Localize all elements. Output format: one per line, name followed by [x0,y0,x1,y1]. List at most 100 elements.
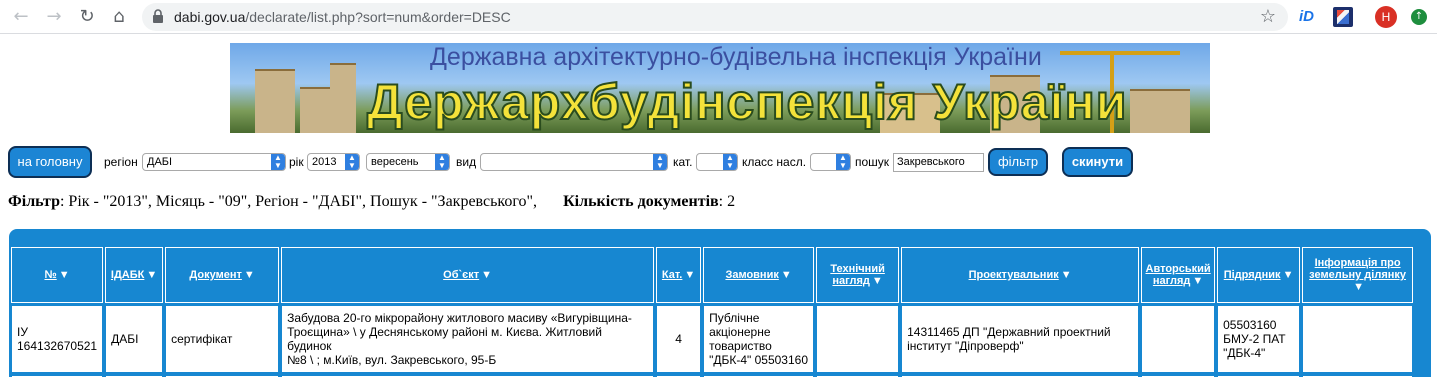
documents-table-container: № ▼ ІДАБК ▼ Документ ▼ Об`єкт ▼ Кат. ▼ Замовн… [9,229,1431,377]
filter-summary-label: Фільтр [8,193,60,210]
search-label: пошук [855,155,890,169]
kind-select[interactable]: ▲ ▼ [480,153,668,171]
search-input[interactable]: Закревського [893,153,984,172]
cell-text: №8 \ ; м.Київ, вул. Закревського, 95-Б [287,353,497,367]
month-select-value: вересень [371,156,419,168]
url-text: dabi.gov.ua/declarate/list.php?sort=num&… [174,9,511,25]
select-arrows-icon: ▲ ▼ [653,154,667,170]
cell-object: Забудова 20-го мікрорайону житлового мас… [281,305,655,373]
back-arrow-icon[interactable]: ← [10,6,32,28]
column-header-label: № [44,269,57,281]
cell-text: "ДБК-4" 05503160 [709,353,808,367]
banner-subtitle: Державна архітектурно-будівельна інспекц… [430,43,1042,71]
cell-author-supervision [1141,305,1216,373]
cell-text: Публічне [709,311,760,325]
building-shape [300,87,330,133]
url-host: dabi.gov.ua [174,9,246,25]
cell-text: Троєщина» \ у Деснянському районі м. Киє… [287,325,602,353]
documents-table: № ▼ ІДАБК ▼ Документ ▼ Об`єкт ▼ Кат. ▼ Замовн… [9,245,1416,377]
column-header-label: Інформація про [1314,257,1401,269]
region-label: регіон [104,155,138,169]
filter-button[interactable]: фільтр [988,148,1048,176]
column-header-label: нагляд [832,275,870,287]
month-select[interactable]: вересень ▲ ▼ [366,153,450,171]
extension-id-icon[interactable]: iD [1299,7,1319,27]
reset-button[interactable]: скинути [1062,147,1133,177]
cell-land-info [1302,305,1414,373]
building-shape [330,63,356,133]
update-icon[interactable]: ↑ [1411,9,1427,25]
home-page-button[interactable]: на головну [8,146,92,178]
home-icon[interactable]: ⌂ [108,6,130,28]
column-header-object[interactable]: Об`єкт ▼ [281,247,655,303]
category-select[interactable]: ▲ ▼ [696,153,738,171]
select-arrows-icon: ▲ ▼ [723,154,737,170]
cell-tech-supervision [816,305,900,373]
cell-category: 4 [656,305,702,373]
year-select-value: 2013 [312,156,337,168]
cell-text: ІУ [17,325,28,339]
year-label: рік [289,155,304,169]
cell-text: 14311465 ДП "Державний проектний [907,325,1111,339]
browser-toolbar: ← → ↻ ⌂ dabi.gov.ua/declarate/list.php?s… [0,0,1437,34]
column-header-num[interactable]: № ▼ [11,247,104,303]
sort-desc-icon: ▼ [871,275,883,287]
column-header-category[interactable]: Кат. ▼ [656,247,702,303]
column-header-label: Замовник [725,269,779,281]
column-header-tech-supervision[interactable]: Технічний нагляд ▼ [816,247,900,303]
cell-text: 164132670521 [17,339,98,353]
cell-text: "ДБК-4" [1223,346,1266,360]
column-header-label: Документ [189,269,242,281]
forward-arrow-icon[interactable]: → [43,6,65,28]
address-bar[interactable]: dabi.gov.ua/declarate/list.php?sort=num&… [142,3,1288,31]
reload-icon[interactable]: ↻ [76,6,98,28]
site-banner: Державна архітектурно-будівельна інспекц… [230,43,1210,133]
url-path: /declarate/list.php?sort=num&order=DESC [245,9,511,25]
extension-image-icon[interactable] [1333,7,1353,27]
column-header-designer[interactable]: Проектувальник ▼ [901,247,1140,303]
sort-desc-icon: ▼ [780,269,792,281]
column-header-author-supervision[interactable]: Авторський нагляд ▼ [1141,247,1216,303]
cell-text: 05503160 [1223,318,1277,332]
sort-desc-icon: ▼ [481,269,493,281]
document-count-label: Кількість документів [563,193,719,210]
select-arrows-icon: ▲ ▼ [836,154,850,170]
filter-summary-text: : Рік - "2013", Місяць - "09", Регіон - … [59,193,538,210]
cell-text: інститут "Діпроверф" [907,339,1024,353]
column-header-label: Підрядник [1223,269,1281,281]
cell-text: акціонерне [709,325,771,339]
class-select[interactable]: ▲ ▼ [810,153,851,171]
column-header-label: ІДАБК [110,269,145,281]
cell-text: товариство [709,339,772,353]
kind-label: вид [456,155,477,169]
lock-icon [153,9,163,23]
year-select[interactable]: 2013 ▲ ▼ [307,153,360,171]
select-arrows-icon: ▲ ▼ [271,154,285,170]
profile-avatar[interactable]: H [1375,6,1397,28]
filter-summary: Фільтр: Рік - "2013", Місяць - "09", Рег… [8,193,735,211]
column-header-land-info[interactable]: Інформація про земельну ділянку ▼ [1302,247,1414,303]
column-header-label: Кат. [661,269,683,281]
sort-desc-icon: ▼ [684,269,696,281]
column-header-label: Авторський [1145,263,1211,275]
bookmark-star-icon[interactable]: ☆ [1260,6,1276,27]
table-header-row: № ▼ ІДАБК ▼ Документ ▼ Об`єкт ▼ Кат. ▼ Замовн… [11,247,1414,303]
sort-desc-icon: ▼ [1353,281,1365,293]
sort-desc-icon: ▼ [58,269,70,281]
cell-document: сертифікат [165,305,280,373]
column-header-contractor[interactable]: Підрядник ▼ [1217,247,1301,303]
column-header-label: нагляд [1152,275,1191,287]
sort-desc-icon: ▼ [146,269,158,281]
column-header-label: земельну ділянку [1309,269,1407,281]
column-header-document[interactable]: Документ ▼ [165,247,280,303]
column-header-idabk[interactable]: ІДАБК ▼ [105,247,164,303]
document-count-value: : 2 [718,193,736,210]
region-select[interactable]: ДАБІ ▲ ▼ [142,153,286,171]
sort-desc-icon: ▼ [1282,269,1294,281]
table-row: ІУ 164132670521 ДАБІ сертифікат Забудова … [11,305,1414,373]
class-label: класс насл. [742,155,807,169]
region-select-value: ДАБІ [147,156,173,168]
sort-desc-icon: ▼ [1060,269,1072,281]
building-shape [255,69,295,133]
column-header-customer[interactable]: Замовник ▼ [703,247,815,303]
